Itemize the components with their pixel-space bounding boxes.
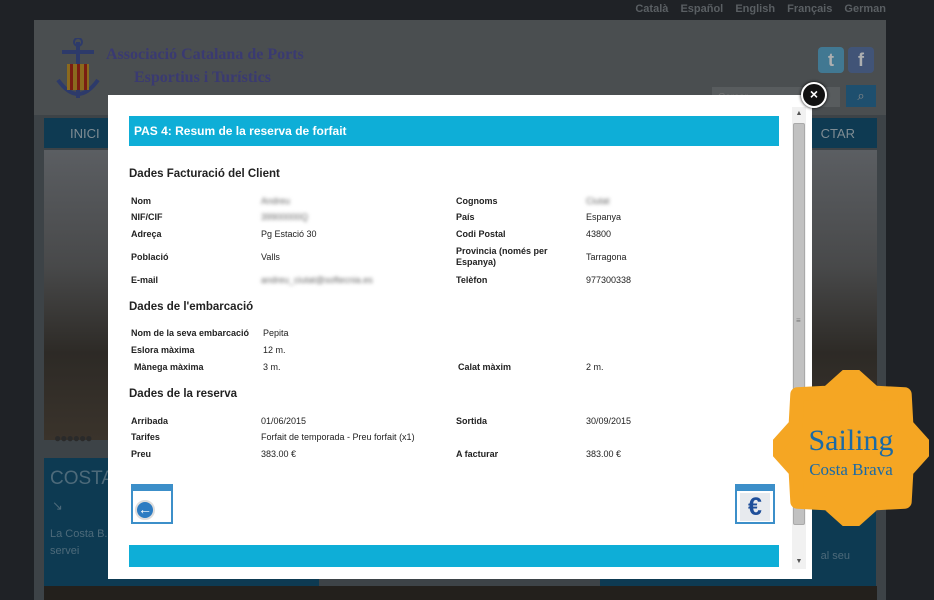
anchor-logo-icon bbox=[56, 38, 100, 98]
telefon-value: 977300338 bbox=[586, 275, 632, 285]
email-value: andreu_ciutat@softecnia.es bbox=[261, 275, 373, 285]
close-modal-button[interactable]: × bbox=[801, 82, 827, 108]
boat-name-label: Nom de la seva embarcació bbox=[131, 328, 250, 338]
thumbnail-strip bbox=[44, 586, 877, 600]
lang-english[interactable]: English bbox=[735, 3, 775, 15]
eslora-label: Eslora màxima bbox=[131, 345, 195, 355]
logo-subtitle: Esportius i Turístics bbox=[134, 69, 271, 86]
pais-value: Espanya bbox=[586, 212, 622, 222]
facturar-label: A facturar bbox=[456, 449, 499, 459]
back-arrow-icon: ← bbox=[135, 500, 155, 520]
nom-value: Andreu bbox=[261, 196, 291, 206]
boat-section-title: Dades de l'embarcació bbox=[129, 301, 254, 313]
adreca-value: Pg Estació 30 bbox=[261, 229, 317, 239]
slider-dots[interactable]: ●●●●●● bbox=[54, 431, 92, 445]
boat-name-value: Pepita bbox=[263, 328, 289, 338]
step-header: PAS 4: Resum de la reserva de forfait bbox=[129, 116, 779, 146]
sortida-label: Sortida bbox=[456, 416, 488, 426]
nav-item-contactar[interactable]: CTAR bbox=[821, 126, 855, 141]
pay-button-bar bbox=[737, 486, 773, 491]
arrow-icon: ↘ bbox=[52, 498, 63, 513]
language-bar: Català Español English Français German bbox=[626, 3, 886, 15]
manega-value: 3 m. bbox=[263, 362, 281, 372]
logo-title: Associació Catalana de Ports bbox=[106, 46, 304, 63]
pais-label: País bbox=[456, 212, 475, 222]
scroll-grip-icon: ≡ bbox=[796, 316, 801, 325]
arribada-value: 01/06/2015 bbox=[261, 416, 307, 426]
search-icon: ⌕ bbox=[857, 88, 865, 103]
modal-footer-bar bbox=[129, 545, 779, 567]
poblacio-label: Població bbox=[131, 252, 169, 262]
sortida-value: 30/09/2015 bbox=[586, 416, 632, 426]
reservation-section-title: Dades de la reserva bbox=[129, 388, 238, 400]
pay-button[interactable]: € bbox=[735, 484, 775, 524]
back-button-bar bbox=[133, 486, 171, 491]
lang-francais[interactable]: Français bbox=[787, 3, 832, 15]
cognoms-value: Ciutat bbox=[586, 196, 610, 206]
arribada-label: Arribada bbox=[131, 416, 169, 426]
nif-label: NIF/CIF bbox=[131, 212, 163, 222]
scroll-up-arrow-icon[interactable]: ▲ bbox=[792, 107, 806, 121]
codi-postal-value: 43800 bbox=[586, 229, 612, 239]
scroll-down-arrow-icon[interactable]: ▼ bbox=[792, 555, 806, 569]
codi-postal-label: Codi Postal bbox=[456, 229, 506, 239]
telefon-label: Telèfon bbox=[456, 275, 488, 285]
back-button[interactable]: ← bbox=[131, 484, 173, 524]
email-label: E-mail bbox=[131, 275, 159, 285]
step-title: PAS 4: Resum de la reserva de forfait bbox=[134, 124, 347, 138]
promo-text-right: al seu bbox=[820, 550, 850, 562]
calat-value: 2 m. bbox=[586, 362, 604, 372]
facebook-icon[interactable]: f bbox=[848, 47, 874, 73]
euro-icon: € bbox=[740, 493, 770, 521]
lang-espanol[interactable]: Español bbox=[680, 3, 723, 15]
provincia-label: Provincia (només per Espanya) bbox=[456, 246, 548, 267]
badge-line1: Sailing bbox=[808, 424, 894, 457]
sailing-costa-brava-badge[interactable]: Sailing Costa Brava bbox=[768, 365, 934, 531]
provincia-value: Tarragona bbox=[586, 252, 627, 262]
nif-value: 39900000Q bbox=[261, 212, 309, 222]
costa-title: COSTA bbox=[50, 468, 115, 489]
eslora-value: 12 m. bbox=[263, 345, 286, 355]
manega-label: Mànega màxima bbox=[134, 362, 204, 372]
modal-content: PAS 4: Resum de la reserva de forfait Da… bbox=[108, 95, 792, 579]
preu-label: Preu bbox=[131, 449, 152, 459]
tarifes-value: Forfait de temporada - Preu forfait (x1) bbox=[261, 432, 415, 442]
facturar-value: 383.00 € bbox=[586, 449, 622, 459]
tarifes-label: Tarifes bbox=[131, 432, 160, 442]
reservation-summary-modal: PAS 4: Resum de la reserva de forfait Da… bbox=[108, 95, 812, 579]
cognoms-label: Cognoms bbox=[456, 196, 498, 206]
badge-line2: Costa Brava bbox=[809, 460, 893, 479]
preu-value: 383.00 € bbox=[261, 449, 297, 459]
lang-catala[interactable]: Català bbox=[635, 3, 668, 15]
nom-label: Nom bbox=[131, 196, 151, 206]
search-button[interactable]: ⌕ bbox=[846, 85, 876, 107]
poblacio-value: Valls bbox=[261, 252, 280, 262]
nav-item-inici[interactable]: INICI bbox=[70, 126, 100, 141]
twitter-icon[interactable]: t bbox=[818, 47, 844, 73]
calat-label: Calat màxim bbox=[458, 362, 512, 372]
client-section-title: Dades Facturació del Client bbox=[129, 168, 280, 180]
lang-german[interactable]: German bbox=[844, 3, 886, 15]
adreca-label: Adreça bbox=[131, 229, 162, 239]
